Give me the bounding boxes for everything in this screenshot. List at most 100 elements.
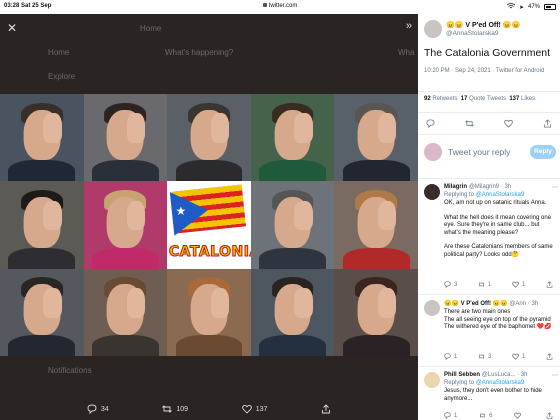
media-viewer: Home Home Explore What's happening? Wha … [0, 14, 418, 420]
photo-cell [0, 181, 84, 269]
divider [418, 91, 560, 92]
photo-cell [83, 94, 168, 182]
reply-like-button[interactable] [514, 412, 524, 419]
bg-nav-home: Home [48, 48, 70, 57]
bg-whats: Wha [398, 48, 415, 57]
replying-to: Replying to @AnnaStolarska9 [444, 380, 525, 386]
reply-tweet[interactable]: 😠😠 V P'ed Off! 😠😠 @Ann · 3h There are tw… [424, 300, 558, 361]
photo-cell [0, 94, 84, 182]
media-reply-button[interactable]: 34 [87, 404, 109, 414]
reply-author-name[interactable]: 😠😠 V P'ed Off! 😠😠 [444, 301, 508, 307]
wifi-icon [506, 3, 516, 11]
divider [418, 366, 560, 367]
reply-text: OK, am not up on satanic rituals Anna. W… [444, 200, 553, 258]
retweet-icon[interactable] [465, 119, 474, 128]
replying-to-link[interactable]: @AnnaStolarska9 [476, 380, 524, 386]
photo-cell [83, 268, 168, 356]
avatar[interactable] [424, 20, 442, 38]
lock-icon [262, 3, 267, 8]
divider [418, 178, 560, 179]
more-icon[interactable]: ⋯ [552, 184, 558, 191]
reply-author-name[interactable]: Milagrin [444, 184, 467, 190]
reply-retweet-button[interactable]: 6 [479, 412, 492, 419]
status-bar: 03:28 Sat 25 Sep twitter.com ➤ 47% [0, 0, 560, 14]
reply-share-button[interactable] [546, 353, 556, 360]
reply-actions: 3 1 1 [444, 281, 556, 289]
reply-retweet-button[interactable]: 1 [478, 281, 491, 288]
reply-share-button[interactable] [546, 281, 556, 288]
expand-icon[interactable]: » [406, 20, 412, 32]
tweet-actions [426, 119, 552, 128]
avatar[interactable] [424, 300, 440, 316]
photo-cell [250, 268, 335, 356]
retweets-stat[interactable]: 92 Retweets [424, 96, 457, 102]
reply-time[interactable]: · 3h [528, 301, 538, 307]
battery-percent: 47% [527, 4, 540, 10]
replying-to-link[interactable]: @AnnaStolarska9 [476, 192, 524, 198]
flag-word: CATALONIA [168, 243, 250, 260]
photo-cell [83, 181, 168, 269]
reply-author-handle[interactable]: @LusLuca... [482, 372, 516, 378]
bg-nav-notifications: Notifications [48, 366, 92, 375]
catalonia-flag-image: ★ CATALONIA [167, 181, 251, 269]
author-name[interactable]: 😠😠 V P'ed Off! 😠😠 [446, 21, 520, 29]
likes-stat[interactable]: 137 Likes [509, 96, 535, 102]
divider [418, 112, 560, 113]
media-like-button[interactable]: 137 [241, 404, 267, 414]
share-icon[interactable] [543, 119, 552, 128]
bg-nav-explore: Explore [48, 72, 76, 81]
reply-author-handle[interactable]: @Milagrin9 [469, 184, 499, 190]
bg-home-title: Home [140, 24, 162, 33]
heart-icon[interactable] [504, 119, 513, 128]
reply-reply-button[interactable]: 1 [444, 412, 457, 420]
reply-text: Jesus, they don't even bother to hide an… [444, 388, 542, 402]
photo-cell [334, 94, 418, 182]
more-icon[interactable]: ⋯ [552, 372, 558, 379]
bg-compose-placeholder: What's happening? [165, 48, 234, 57]
photo-cell [167, 268, 251, 356]
reply-time[interactable]: · 3h [517, 372, 527, 378]
avatar[interactable] [424, 184, 440, 200]
reply-like-button[interactable]: 1 [512, 353, 525, 360]
reply-text: There are two main ones The all seeing e… [444, 309, 552, 331]
reply-icon[interactable] [426, 119, 435, 128]
reply-button[interactable]: Reply [530, 145, 556, 159]
reply-share-button[interactable] [546, 412, 556, 419]
reply-header: 😠😠 V P'ed Off! 😠😠 @Ann · 3h [444, 300, 538, 307]
reply-tweet[interactable]: Phill Sebben @LusLuca... · 3h ⋯ Replying… [424, 372, 558, 420]
reply-header: Milagrin @Milagrin9 · 3h [444, 184, 511, 190]
author-handle[interactable]: @AnnaStolarska9 [446, 30, 499, 37]
reply-header: Phill Sebben @LusLuca... · 3h [444, 372, 527, 378]
address-bar[interactable]: twitter.com [0, 3, 560, 9]
divider [418, 134, 560, 135]
reply-author-handle[interactable]: @Ann [509, 301, 526, 307]
tweet-stats: 92 Retweets 17 Quote Tweets 137 Likes [424, 96, 535, 102]
reply-composer: Tweet your reply Reply [424, 141, 556, 163]
close-icon[interactable]: ✕ [4, 20, 20, 36]
media-share-button[interactable] [321, 404, 331, 414]
reply-like-button[interactable]: 1 [512, 281, 525, 288]
photo-cell [334, 268, 418, 356]
reply-time[interactable]: · 3h [501, 184, 511, 190]
media-image[interactable]: ★ CATALONIA [0, 94, 418, 356]
media-retweet-button[interactable]: 109 [162, 404, 188, 414]
reply-author-name[interactable]: Phill Sebben [444, 372, 480, 378]
media-action-bar: 34 109 137 [0, 398, 418, 420]
reply-reply-button[interactable]: 1 [444, 353, 457, 361]
reply-reply-button[interactable]: 3 [444, 281, 457, 289]
photo-cell [167, 94, 251, 182]
avatar[interactable] [424, 372, 440, 388]
reply-input[interactable]: Tweet your reply [448, 147, 510, 157]
reply-retweet-button[interactable]: 3 [478, 353, 491, 360]
reply-tweet[interactable]: Milagrin @Milagrin9 · 3h ⋯ Replying to @… [424, 184, 558, 294]
photo-cell [334, 181, 418, 269]
reply-icon [87, 404, 97, 414]
quotes-stat[interactable]: 17 Quote Tweets [461, 96, 506, 102]
divider [418, 294, 560, 295]
battery-icon [544, 4, 556, 10]
photo-cell [250, 181, 335, 269]
photo-cell [0, 268, 84, 356]
replying-to: Replying to @AnnaStolarska9 [444, 192, 525, 198]
tweet-timestamp[interactable]: 10:20 PM · Sep 24, 2021 · Twitter for An… [424, 67, 556, 75]
reply-actions: 1 6 [444, 412, 556, 420]
